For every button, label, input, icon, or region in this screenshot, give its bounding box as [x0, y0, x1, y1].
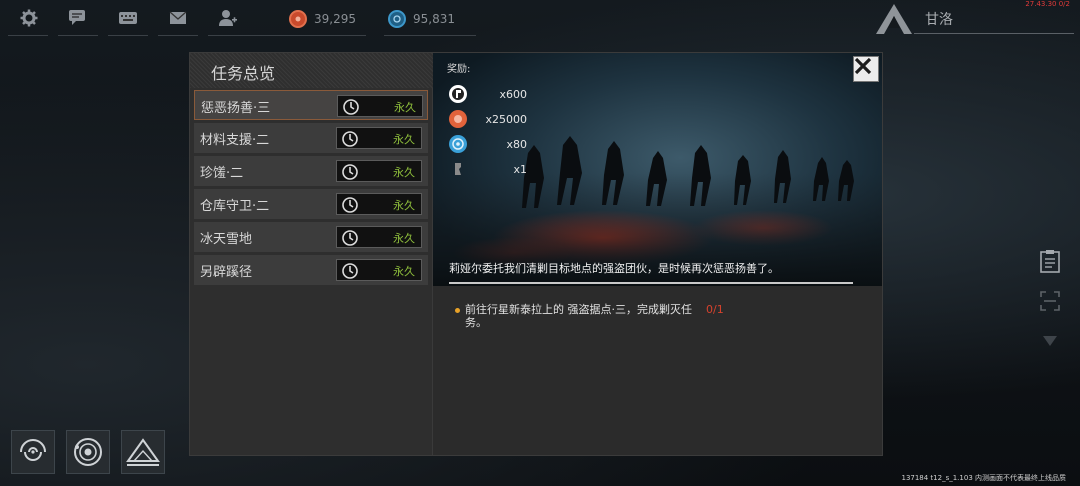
build-info: 137184 t12_s_1.103 内测画面不代表最终上线品质: [901, 474, 1066, 482]
gear-icon[interactable]: [18, 8, 40, 28]
quest-row[interactable]: 惩恶扬善·三 永久: [194, 90, 428, 120]
blue-coin-icon: [388, 10, 406, 28]
quest-row[interactable]: 珍馐·二 永久: [194, 156, 428, 186]
quest-name: 冰天雪地: [200, 232, 253, 247]
quest-name: 珍馐·二: [200, 166, 244, 181]
objective-progress: 0/1: [706, 303, 724, 316]
quest-duration: 永久: [336, 259, 422, 281]
objective-bullet: [455, 308, 460, 313]
quest-duration: 永久: [336, 193, 422, 215]
reward-item: x25000: [447, 110, 527, 130]
galaxy-button[interactable]: [11, 430, 55, 474]
tab-underline: [58, 35, 98, 36]
quest-detail: 奖励: x600 x25000 x80 x1 莉娅尔委托我们清剿目标地点的强盗团…: [433, 53, 882, 455]
collapse-button[interactable]: [1038, 329, 1062, 353]
clipboard-button[interactable]: [1038, 249, 1062, 273]
reward-item: x600: [447, 85, 527, 105]
tab-underline: [286, 35, 366, 36]
rank-logo-icon: [876, 4, 912, 34]
close-button[interactable]: [853, 56, 879, 82]
tab-underline: [158, 35, 198, 36]
clock-icon: [342, 230, 358, 246]
quest-panel: 任务总览 惩恶扬善·三 永久 材料支援·二 永久 珍馐·二 永久 仓库守卫·二: [189, 52, 883, 456]
clock-icon: [342, 131, 358, 147]
quest-name: 另辟蹊径: [200, 265, 253, 280]
item-icon: [449, 160, 467, 178]
reward-qty: x1: [513, 163, 527, 176]
reward-qty: x25000: [485, 113, 527, 126]
reward-item: x80: [447, 135, 527, 155]
quest-description: 莉娅尔委托我们清剿目标地点的强盗团伙，是时候再次惩恶扬善了。: [449, 262, 779, 275]
chat-icon[interactable]: [67, 8, 89, 28]
friends-icon[interactable]: [217, 8, 239, 28]
system-button[interactable]: [66, 430, 110, 474]
clock-icon: [342, 197, 358, 213]
scan-icon: [1040, 291, 1060, 311]
quest-list-title: 任务总览: [211, 64, 276, 83]
quest-list-header: 任务总览: [190, 53, 433, 88]
clock-icon: [342, 164, 358, 180]
quest-duration-label: 永久: [393, 133, 415, 146]
currency-orange: 39,295: [289, 9, 356, 29]
blue-coin-icon: [449, 135, 467, 153]
quest-name: 惩恶扬善·三: [201, 101, 271, 116]
reward-qty: x80: [506, 138, 527, 151]
objective-text: 前往行星新泰拉上的 强盗据点·三，完成剿灭任务。: [465, 303, 692, 329]
quest-duration-label: 永久: [393, 166, 415, 179]
quest-objectives: 前往行星新泰拉上的 强盗据点·三，完成剿灭任务。 0/1: [433, 286, 882, 455]
quest-row[interactable]: 冰天雪地 永久: [194, 222, 428, 252]
quest-duration: 永久: [336, 226, 422, 248]
quest-name: 材料支援·二: [200, 133, 270, 148]
currency-blue-value: 95,831: [413, 12, 455, 26]
orange-coin-icon: [449, 110, 467, 128]
triangle-down-icon: [1043, 336, 1057, 346]
tab-underline: [384, 35, 476, 36]
tab-underline: [8, 35, 48, 36]
tab-underline: [108, 35, 148, 36]
orange-coin-icon: [289, 10, 307, 28]
mail-icon[interactable]: [167, 8, 189, 28]
player-block[interactable]: 甘洛 27.43.30 0/2: [870, 0, 1080, 38]
quest-duration-label: 永久: [393, 199, 415, 212]
quest-duration-label: 永久: [394, 101, 416, 114]
mountain-icon: [126, 438, 160, 466]
clipboard-icon: [1040, 250, 1060, 273]
quest-row[interactable]: 仓库守卫·二 永久: [194, 189, 428, 219]
planet-button[interactable]: [121, 430, 165, 474]
rewards-title: 奖励:: [447, 64, 471, 75]
scene-divider: [449, 282, 853, 284]
quest-duration: 永久: [336, 160, 422, 182]
reward-qty: x600: [499, 88, 527, 101]
reward-item: x1: [447, 160, 527, 180]
clock-icon: [343, 99, 359, 115]
reputation-icon: [449, 85, 467, 103]
orbit-icon: [74, 438, 102, 466]
player-name: 甘洛: [925, 12, 953, 28]
quest-name: 仓库守卫·二: [200, 199, 270, 214]
quest-list: 任务总览 惩恶扬善·三 永久 材料支援·二 永久 珍馐·二 永久 仓库守卫·二: [190, 53, 433, 455]
player-underline: [914, 33, 1074, 34]
fps-readout: 27.43.30 0/2: [1025, 0, 1070, 8]
quest-duration: 永久: [337, 95, 423, 117]
quest-row[interactable]: 另辟蹊径 永久: [194, 255, 428, 285]
galaxy-icon: [20, 439, 46, 461]
quest-row[interactable]: 材料支援·二 永久: [194, 123, 428, 153]
close-icon: [854, 57, 872, 75]
tab-underline: [208, 35, 286, 36]
top-bar: 39,295 95,831 甘洛 27.43.30 0/2: [0, 0, 1080, 38]
scan-button[interactable]: [1038, 289, 1062, 313]
quest-duration: 永久: [336, 127, 422, 149]
clock-icon: [342, 263, 358, 279]
quest-duration-label: 永久: [393, 232, 415, 245]
quest-scene-image: 奖励: x600 x25000 x80 x1 莉娅尔委托我们清剿目标地点的强盗团…: [433, 53, 882, 286]
currency-orange-value: 39,295: [314, 12, 356, 26]
quest-duration-label: 永久: [393, 265, 415, 278]
currency-blue: 95,831: [388, 9, 455, 29]
keyboard-icon[interactable]: [117, 8, 139, 28]
